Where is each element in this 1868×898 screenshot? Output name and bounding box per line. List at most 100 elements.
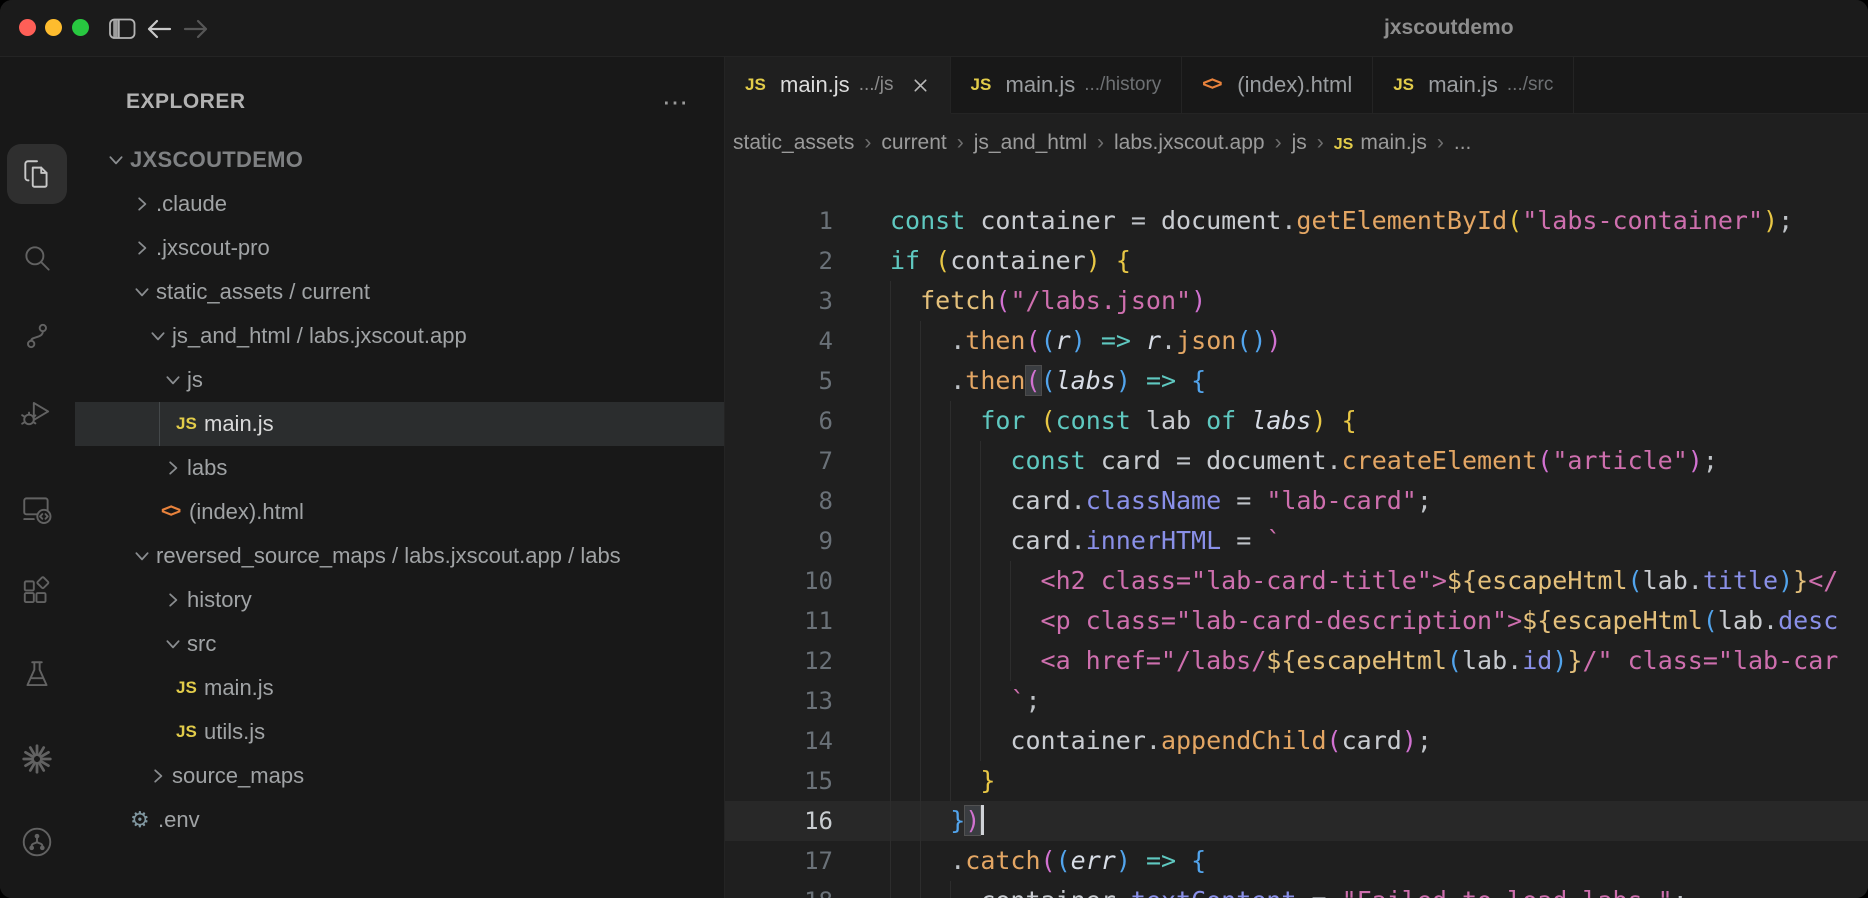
js-file-icon: JS bbox=[176, 678, 197, 697]
code-editor[interactable]: 1 const container = document.getElementBy… bbox=[725, 172, 1868, 898]
line-number: 6 bbox=[818, 407, 833, 435]
code-line-text: card.className = "lab-card"; bbox=[890, 481, 1868, 521]
tab-main.js-js[interactable]: JS main.js .../js bbox=[725, 57, 951, 114]
tree-item-src[interactable]: src bbox=[75, 622, 724, 666]
more-actions-icon[interactable]: ⋯ bbox=[662, 89, 690, 115]
chevron-down-icon[interactable] bbox=[130, 280, 154, 304]
indent-guide bbox=[980, 641, 982, 681]
breadcrumb-separator: › bbox=[1096, 131, 1104, 154]
breadcrumb-separator: › bbox=[956, 131, 964, 154]
breadcrumb-separator: › bbox=[1316, 131, 1324, 154]
breadcrumb-symbol-trailing[interactable]: ... bbox=[1454, 131, 1472, 155]
tree-item-main.js[interactable]: JS main.js bbox=[75, 666, 724, 710]
code-line-2: 2 if (container) { bbox=[725, 241, 1868, 281]
tree-item-history[interactable]: history bbox=[75, 578, 724, 622]
tree-item-js-and-html-labs.jxscout.app[interactable]: js_and_html / labs.jxscout.app bbox=[75, 314, 724, 358]
tree-item-.claude[interactable]: .claude bbox=[75, 182, 724, 226]
sidebar-toggle-icon[interactable] bbox=[108, 15, 136, 43]
explorer-icon[interactable] bbox=[7, 144, 67, 204]
tree-item-main.js[interactable]: JS main.js bbox=[75, 402, 724, 446]
text-cursor bbox=[981, 805, 985, 835]
code-line-text: <h2 class="lab-card-title">${escapeHtml(… bbox=[890, 561, 1868, 601]
chevron-right-icon[interactable] bbox=[161, 588, 185, 612]
tree-item--index-.html[interactable]: <> (index).html bbox=[75, 490, 724, 534]
indent-guide bbox=[950, 481, 952, 521]
code-line-text: .then((r) => r.json()) bbox=[890, 321, 1868, 361]
breadcrumb-item-static_assets[interactable]: static_assets bbox=[733, 131, 854, 155]
js-file-icon: JS bbox=[745, 75, 766, 94]
tree-item-labs[interactable]: labs bbox=[75, 446, 724, 490]
graph-circle-icon[interactable] bbox=[7, 812, 67, 872]
indent-guide bbox=[920, 481, 922, 521]
indent-guide bbox=[920, 681, 922, 721]
file-tree: JXSCOUTDEMO .claude .jxscout-pro static_ass… bbox=[75, 138, 724, 842]
tab--index-.html[interactable]: <> (index).html bbox=[1182, 57, 1374, 113]
tree-item-.jxscout-pro[interactable]: .jxscout-pro bbox=[75, 226, 724, 270]
chevron-right-icon[interactable] bbox=[130, 236, 154, 260]
indent-guide bbox=[980, 481, 982, 521]
chevron-down-icon[interactable] bbox=[130, 544, 154, 568]
indent-guide bbox=[890, 601, 891, 641]
chevron-down-icon[interactable] bbox=[146, 324, 170, 348]
minimize-window-button[interactable] bbox=[45, 19, 62, 36]
indent-guide bbox=[890, 361, 891, 401]
breadcrumb-item-js[interactable]: js bbox=[1292, 131, 1307, 155]
chevron-right-icon[interactable] bbox=[130, 192, 154, 216]
tab-label: main.js bbox=[780, 72, 850, 97]
tree-indent-guide bbox=[159, 402, 160, 446]
code-line-15: 15 } bbox=[725, 761, 1868, 801]
tree-item-label: labs bbox=[187, 455, 228, 480]
extensions-icon[interactable] bbox=[7, 562, 67, 622]
tree-item-js[interactable]: js bbox=[75, 358, 724, 402]
tree-item-.env[interactable]: ⚙ .env bbox=[75, 798, 724, 842]
code-line-text: <a href="/labs/${escapeHtml(lab.id)}/" c… bbox=[890, 641, 1868, 681]
breadcrumb-item-js_and_html[interactable]: js_and_html bbox=[974, 131, 1087, 155]
chevron-down-icon[interactable] bbox=[161, 368, 185, 392]
breadcrumb-item-file[interactable]: JS main.js bbox=[1334, 131, 1427, 155]
run-debug-icon[interactable] bbox=[7, 382, 67, 442]
breadcrumb-item-labs.jxscout.app[interactable]: labs.jxscout.app bbox=[1114, 131, 1265, 155]
back-icon[interactable] bbox=[145, 15, 173, 43]
search-icon[interactable] bbox=[7, 229, 67, 289]
starburst-icon[interactable] bbox=[7, 729, 67, 789]
maximize-window-button[interactable] bbox=[72, 19, 89, 36]
tree-item-jxscoutdemo[interactable]: JXSCOUTDEMO bbox=[75, 138, 724, 182]
line-number: 18 bbox=[725, 881, 833, 898]
source-control-icon[interactable] bbox=[7, 306, 67, 366]
close-icon[interactable] bbox=[911, 76, 930, 95]
explorer-sidebar: EXPLORER ⋯ JXSCOUTDEMO .claude .jxscout-pr… bbox=[75, 57, 725, 898]
code-line-10: 10 <h2 class="lab-card-title">${escapeHt… bbox=[725, 561, 1868, 601]
indent-guide bbox=[890, 801, 891, 841]
indent-guide bbox=[890, 841, 891, 881]
breadcrumb-file-label: main.js bbox=[1360, 131, 1427, 154]
close-window-button[interactable] bbox=[19, 19, 36, 36]
tree-item-utils.js[interactable]: JS utils.js bbox=[75, 710, 724, 754]
tree-item-label: (index).html bbox=[189, 499, 304, 524]
testing-flask-icon[interactable] bbox=[7, 645, 67, 705]
tree-item-reversed-source-maps-labs.jxscout.app-labs[interactable]: reversed_source_maps / labs.jxscout.app … bbox=[75, 534, 724, 578]
tree-item-static-assets-current[interactable]: static_assets / current bbox=[75, 270, 724, 314]
activity-bar bbox=[0, 57, 75, 898]
indent-guide bbox=[920, 641, 922, 681]
tree-item-source-maps[interactable]: source_maps bbox=[75, 754, 724, 798]
chevron-right-icon[interactable] bbox=[161, 456, 185, 480]
chevron-down-icon[interactable] bbox=[161, 632, 185, 656]
forward-icon[interactable] bbox=[182, 15, 210, 43]
tab-main.js-src[interactable]: JS main.js .../src bbox=[1373, 57, 1575, 113]
remote-explorer-icon[interactable] bbox=[7, 479, 67, 539]
tree-item-label: js_and_html / labs.jxscout.app bbox=[172, 323, 467, 348]
line-number: 2 bbox=[818, 247, 833, 275]
code-line-3: 3 fetch("/labs.json") bbox=[725, 281, 1868, 321]
breadcrumb-separator: › bbox=[1436, 131, 1444, 154]
line-number: 9 bbox=[818, 527, 833, 555]
chevron-right-icon[interactable] bbox=[146, 764, 170, 788]
tree-item-label: .env bbox=[158, 807, 200, 832]
indent-guide bbox=[950, 561, 952, 601]
indent-guide bbox=[1010, 641, 1012, 681]
tab-dir-hint: .../js bbox=[858, 74, 894, 95]
line-number: 4 bbox=[818, 327, 833, 355]
breadcrumb-item-current[interactable]: current bbox=[881, 131, 946, 155]
database-stack-icon[interactable] bbox=[7, 887, 67, 898]
tab-main.js-history[interactable]: JS main.js .../history bbox=[950, 57, 1183, 113]
chevron-down-icon[interactable] bbox=[104, 148, 128, 172]
